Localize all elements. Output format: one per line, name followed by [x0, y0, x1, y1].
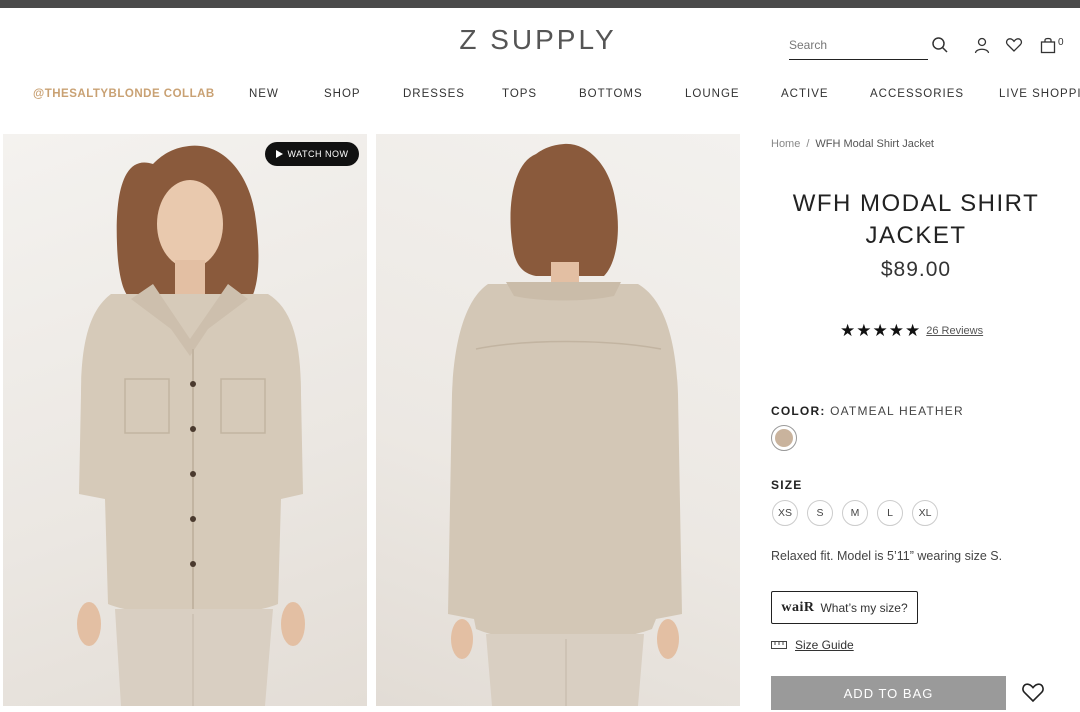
- model-back-illustration: [448, 143, 682, 706]
- top-bar: [0, 0, 1080, 8]
- play-icon: [275, 150, 283, 158]
- nav-item-accessories[interactable]: ACCESSORIES: [870, 88, 964, 100]
- breadcrumb-current: WFH Modal Shirt Jacket: [815, 138, 934, 150]
- main-nav: @THESALTYBLONDE COLLAB NEW SHOP DRESSES …: [0, 88, 1080, 106]
- add-to-wishlist-heart-icon[interactable]: [1021, 681, 1045, 703]
- size-option-l[interactable]: L: [877, 500, 903, 526]
- product-rating[interactable]: ★ ★ ★ ★ ★ 26 Reviews: [840, 322, 983, 339]
- star-icon: ★: [888, 321, 904, 340]
- nav-item-live-shopping[interactable]: LIVE SHOPPIN: [999, 88, 1080, 100]
- nav-item-collab[interactable]: @THESALTYBLONDE COLLAB: [33, 88, 215, 100]
- wair-logo: waiR: [781, 599, 815, 615]
- bag-icon[interactable]: [1039, 36, 1057, 54]
- breadcrumb-separator: /: [806, 138, 810, 150]
- search-icon[interactable]: [931, 36, 949, 54]
- size-option-xl[interactable]: XL: [912, 500, 938, 526]
- size-guide-label: Size Guide: [795, 638, 854, 652]
- star-icon: ★: [840, 321, 856, 340]
- nav-item-dresses[interactable]: DRESSES: [403, 88, 465, 100]
- model-front-illustration: [77, 145, 305, 706]
- watch-now-button[interactable]: WATCH NOW: [265, 142, 359, 166]
- size-option-xs[interactable]: XS: [772, 500, 798, 526]
- color-swatch-oatmeal-heather[interactable]: [771, 425, 797, 451]
- product-image-front[interactable]: [3, 134, 367, 706]
- product-title: WFH MODAL SHIRT JACKET: [792, 190, 1040, 249]
- breadcrumb: Home / WFH Modal Shirt Jacket: [771, 138, 934, 150]
- ruler-icon: [771, 641, 787, 649]
- size-option-m[interactable]: M: [842, 500, 868, 526]
- color-selector-label: COLOR: OATMEAL HEATHER: [771, 404, 964, 418]
- account-icon[interactable]: [973, 36, 991, 54]
- color-swatch-fill: [775, 429, 793, 447]
- breadcrumb-home[interactable]: Home: [771, 138, 800, 150]
- color-value: OATMEAL HEATHER: [830, 404, 964, 418]
- size-guide-link[interactable]: Size Guide: [771, 638, 854, 652]
- size-label: SIZE: [771, 478, 803, 492]
- watch-now-label: WATCH NOW: [287, 149, 349, 159]
- star-icon: ★: [872, 321, 888, 340]
- wishlist-icon[interactable]: [1005, 36, 1023, 54]
- whats-my-size-button[interactable]: waiR What’s my size?: [771, 591, 918, 624]
- fit-note: Relaxed fit. Model is 5’11” wearing size…: [771, 549, 1003, 563]
- nav-item-lounge[interactable]: LOUNGE: [685, 88, 740, 100]
- reviews-link[interactable]: 26 Reviews: [926, 325, 983, 337]
- search-field[interactable]: [789, 36, 928, 60]
- nav-item-active[interactable]: ACTIVE: [781, 88, 829, 100]
- rating-stars: ★ ★ ★ ★ ★: [840, 322, 920, 339]
- search-input[interactable]: [789, 36, 909, 52]
- whats-my-size-label: What’s my size?: [820, 600, 908, 615]
- nav-item-new[interactable]: NEW: [249, 88, 279, 100]
- color-label: COLOR:: [771, 404, 826, 418]
- star-icon: ★: [905, 321, 921, 340]
- size-option-s[interactable]: S: [807, 500, 833, 526]
- nav-item-shop[interactable]: SHOP: [324, 88, 361, 100]
- product-price: $89.00: [880, 258, 952, 281]
- bag-count: 0: [1058, 37, 1064, 48]
- add-to-bag-button[interactable]: ADD TO BAG: [771, 676, 1006, 710]
- product-image-back[interactable]: [376, 134, 740, 706]
- star-icon: ★: [856, 321, 872, 340]
- nav-item-tops[interactable]: TOPS: [502, 88, 537, 100]
- nav-item-bottoms[interactable]: BOTTOMS: [579, 88, 643, 100]
